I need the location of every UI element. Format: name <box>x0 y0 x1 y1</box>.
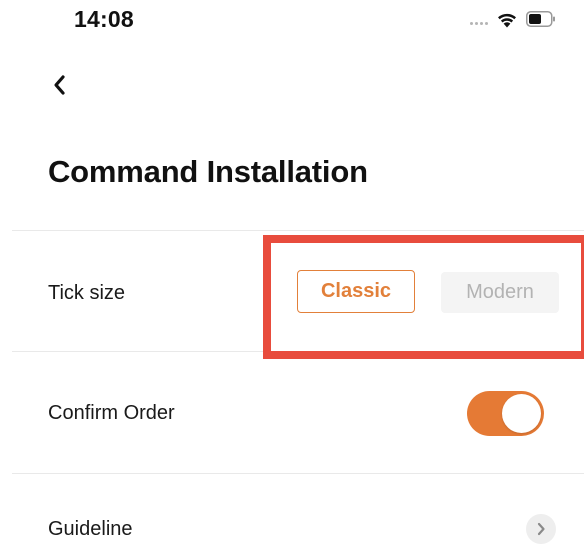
back-button[interactable] <box>44 70 74 100</box>
tick-size-label: Tick size <box>48 282 126 304</box>
toggle-knob <box>502 394 541 433</box>
chevron-right-icon <box>537 522 545 536</box>
guideline-button[interactable] <box>526 514 556 544</box>
divider <box>12 230 584 231</box>
confirm-order-toggle[interactable] <box>467 391 544 436</box>
status-time: 14:08 <box>74 6 134 32</box>
status-icons <box>470 9 556 29</box>
confirm-order-label: Confirm Order <box>48 402 175 424</box>
screen: 14:08 Command Installation Tick size Cla… <box>0 0 584 546</box>
page-title: Command Installation <box>48 154 368 189</box>
battery-icon <box>526 11 555 27</box>
highlight-box <box>263 235 584 359</box>
signal-dots-icon <box>470 21 488 25</box>
divider <box>12 473 584 474</box>
guideline-label: Guideline <box>48 518 133 540</box>
wifi-icon <box>498 13 516 27</box>
chevron-left-icon <box>54 75 65 95</box>
status-bar: 14:08 <box>0 0 584 44</box>
